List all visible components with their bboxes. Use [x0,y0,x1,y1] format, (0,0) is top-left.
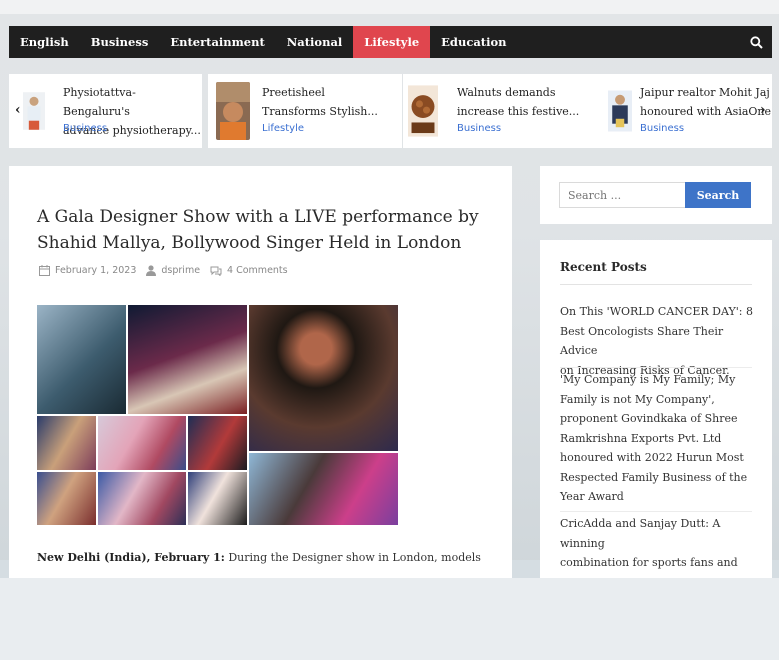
nav-search-button[interactable] [740,26,772,58]
nav-item-national[interactable]: National [276,26,354,58]
article-photo-collage[interactable] [37,305,398,525]
ticker-category[interactable]: Business [63,123,107,134]
article-date[interactable]: February 1, 2023 [39,265,136,276]
ticker-card[interactable]: Preetisheel Transforms Stylish... Lifest… [208,74,402,148]
collage-photo [97,416,187,470]
recent-post-line: Best Oncologists Share Their Advice [560,324,724,358]
ticker-category[interactable]: Lifestyle [262,123,304,134]
nav-item-education[interactable]: Education [430,26,517,58]
ticker-title-line: Jaipur realtor Mohit Jaj [640,86,770,99]
recent-post-line: Year Award [560,490,624,503]
recent-post-line: On This 'WORLD CANCER DAY': 8 [560,305,753,318]
article-date-text: February 1, 2023 [55,265,137,276]
article-author[interactable]: dsprime [146,265,200,276]
ticker-title-line: Preetisheel [262,86,325,99]
recent-post-line: 'My Company is My Family; My [560,373,736,386]
recent-post-divider [560,367,752,368]
ticker-title: Preetisheel Transforms Stylish... [262,83,378,121]
ticker-card[interactable]: Jaipur realtor Mohit Jaj honoured with A… [596,74,772,148]
ticker-thumbnail [216,82,250,140]
article-title[interactable]: A Gala Designer Show with a LIVE perform… [37,204,487,256]
ticker-category[interactable]: Business [640,123,684,134]
main-navbar: English Business Entertainment National … [9,26,772,58]
news-ticker: Physiotattva- Bengaluru's advance physio… [9,74,772,148]
ticker-card[interactable]: Physiotattva- Bengaluru's advance physio… [9,74,202,148]
nav-item-lifestyle[interactable]: Lifestyle [353,26,431,58]
ticker-thumbnail [23,92,45,130]
recent-posts-heading: Recent Posts [560,260,647,274]
search-input[interactable] [559,182,687,208]
collage-photo [248,305,398,451]
recent-post-line: proponent Govindkaka of Shree [560,412,738,425]
collage-photo [188,471,247,525]
collage-photo [37,471,96,525]
recent-post-link[interactable]: On This 'WORLD CANCER DAY': 8 Best Oncol… [560,302,756,380]
collage-photo [248,453,398,525]
nav-item-entertainment[interactable]: Entertainment [159,26,275,58]
article-intro-dateline: New Delhi (India), February 1: [37,551,225,564]
article-card: A Gala Designer Show with a LIVE perform… [9,166,512,578]
article-comments[interactable]: 4 Comments [210,265,288,276]
article-intro-text: During the Designer show in London, mode… [224,551,481,564]
article-intro: New Delhi (India), February 1: During th… [37,551,507,564]
collage-photo [127,305,247,414]
recent-post-line: CricAdda and Sanjay Dutt: A winning [560,517,721,550]
recent-post-line: Ramkrishna Exports Pvt. Ltd [560,431,722,445]
ticker-title-line: increase this festive... [457,105,580,118]
recent-post-line: Family is not My Company', [560,392,715,406]
calendar-icon [39,265,50,276]
ticker-title: Walnuts demands increase this festive... [457,83,579,121]
recent-post-link[interactable]: CricAdda and Sanjay Dutt: A winning comb… [560,514,756,573]
recent-post-line: Respected Family Business of the [560,470,748,484]
recent-post-divider [560,511,752,512]
collage-photo [188,416,247,470]
ticker-title-line: Physiotattva- Bengaluru's [63,86,136,118]
user-icon [146,265,157,276]
nav-item-business[interactable]: Business [80,26,160,58]
recent-post-line: combination for sports fans and [560,556,738,569]
collage-photo [37,305,126,414]
ticker-thumbnail [608,90,632,132]
ticker-title-line: Transforms Stylish... [262,105,378,118]
recent-post-link[interactable]: 'My Company is My Family; My Family is n… [560,370,756,507]
ticker-title: Jaipur realtor Mohit Jaj honoured with A… [640,83,771,121]
collage-photo [97,471,187,525]
search-icon [749,35,763,49]
recent-posts-divider [560,284,752,285]
ticker-card[interactable]: Walnuts demands increase this festive...… [403,74,597,148]
ticker-category[interactable]: Business [457,123,501,134]
article-meta: February 1, 2023 dsprime 4 Comments [39,265,298,276]
recent-post-line: honoured with 2022 Hurun Most [560,451,744,464]
sidebar-search-widget: Search [540,166,772,224]
comments-icon [210,266,222,276]
ticker-title-line: honoured with AsiaOne [640,105,772,118]
nav-item-english[interactable]: English [9,26,80,58]
recent-posts-widget: Recent Posts On This 'WORLD CANCER DAY':… [540,240,772,578]
ticker-thumbnail [408,85,438,137]
collage-photo [37,416,96,470]
chevron-right-icon[interactable]: › [760,102,766,118]
chevron-left-icon[interactable]: ‹ [15,102,21,118]
ticker-title-line: Walnuts demands [457,86,556,99]
search-button[interactable]: Search [685,182,751,208]
article-comments-text: 4 Comments [227,265,288,276]
article-author-text: dsprime [161,265,201,276]
background-strip-top [0,0,779,14]
